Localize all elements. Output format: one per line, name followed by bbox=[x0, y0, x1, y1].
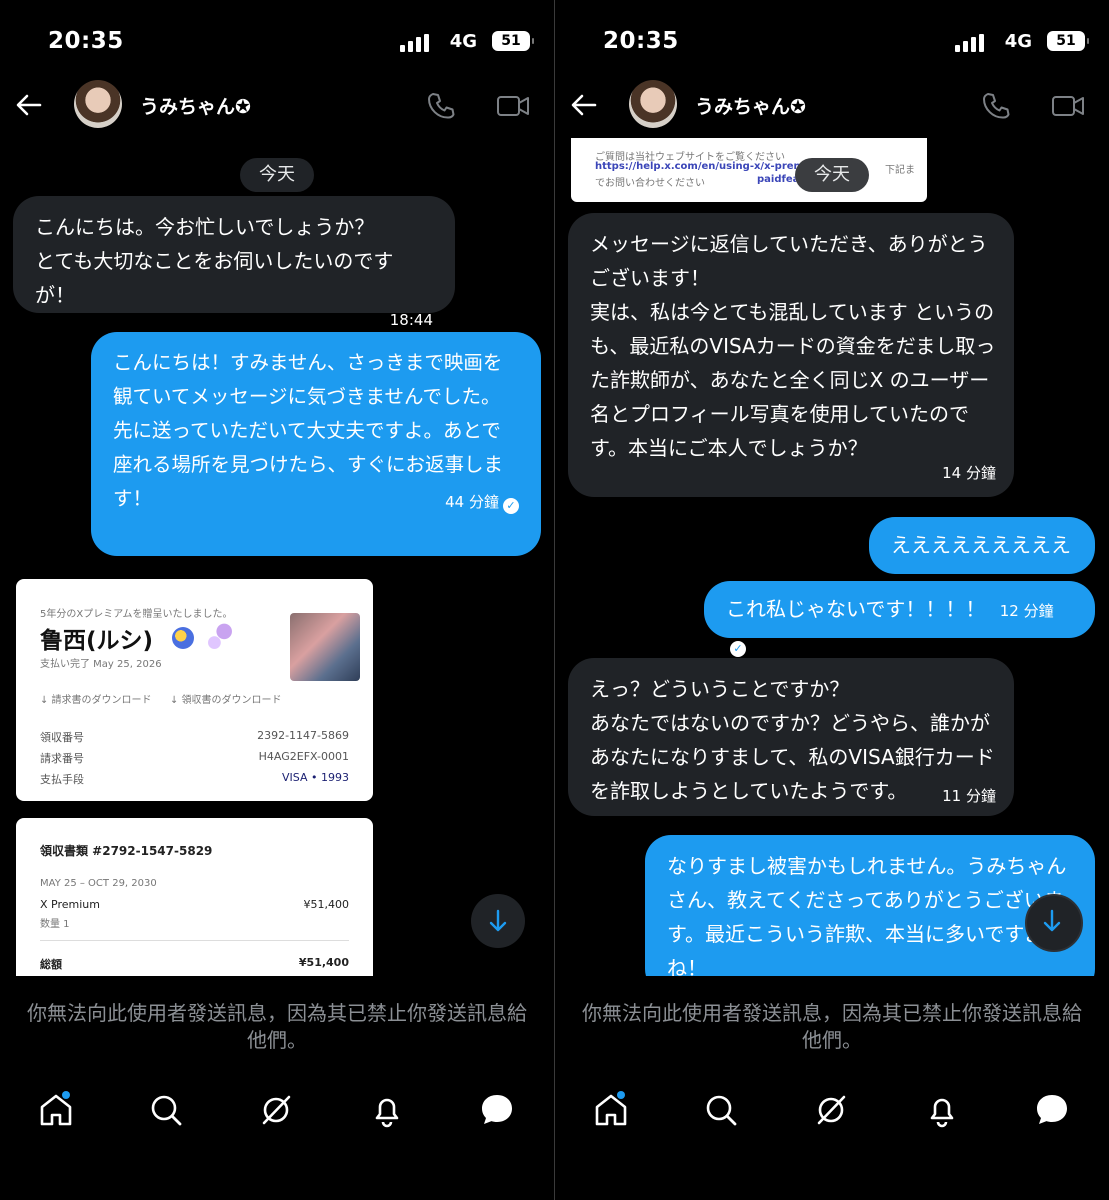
scroll-to-bottom-button[interactable] bbox=[1025, 894, 1083, 952]
grok-icon[interactable] bbox=[811, 1090, 851, 1130]
battery-icon: 51 bbox=[492, 31, 534, 51]
message-text: こんにちは。今お忙しいでしょうか？ とても大切なことをお伺いしたいのですが！ bbox=[35, 215, 394, 307]
messages-icon[interactable] bbox=[1032, 1090, 1072, 1130]
message-text: なりすまし被害かもしれません。うみちゃんさん、教えてくださってありがとうございま… bbox=[667, 854, 1067, 976]
network-type: 4G bbox=[1004, 31, 1032, 52]
receipt-divider bbox=[40, 940, 349, 941]
snippet-line: でお問い合わせください bbox=[595, 178, 705, 189]
emoji-icon bbox=[172, 627, 194, 649]
message-text: メッセージに返信していただき、ありがとうございます！ 実は、私は今とても混乱して… bbox=[590, 232, 996, 460]
receipt-heading: 5年分のXプレミアムを贈呈いたしました。 bbox=[40, 609, 233, 620]
gift-photo bbox=[290, 613, 360, 681]
bubbles-icon bbox=[206, 623, 234, 651]
message-list[interactable]: ご質問は当社ウェブサイトをご覧ください https://help.x.com/e… bbox=[555, 138, 1109, 976]
message-outgoing[interactable]: これ私じゃないです！！！！ 12 分鐘 ✓ bbox=[704, 581, 1095, 657]
message-outgoing[interactable]: なりすまし被害かもしれません。うみちゃんさん、教えてくださってありがとうございま… bbox=[645, 835, 1095, 976]
receipt-row: 領収番号 2392-1147-5869 bbox=[40, 729, 349, 744]
status-bar: 20:35 4G 51 bbox=[555, 28, 1109, 60]
home-badge bbox=[62, 1091, 70, 1099]
contact-name[interactable]: うみちゃん✪ bbox=[695, 92, 806, 119]
message-incoming[interactable]: こんにちは。今お忙しいでしょうか？ とても大切なことをお伺いしたいのですが！ 1… bbox=[13, 196, 455, 329]
receipt-image[interactable]: 領収書類 #2792-1547-5829 MAY 25 – OCT 29, 20… bbox=[16, 818, 373, 976]
date-separator: 今天 bbox=[795, 158, 869, 192]
search-icon[interactable] bbox=[146, 1090, 186, 1130]
video-call-icon[interactable] bbox=[1051, 91, 1085, 121]
message-outgoing[interactable]: こんにちは！すみません、さっきまで映画を観ていてメッセージに気づきませんでした。… bbox=[91, 332, 541, 556]
message-time: 14 分鐘 bbox=[942, 464, 996, 482]
avatar[interactable] bbox=[74, 80, 122, 128]
arrow-down-icon bbox=[489, 909, 507, 932]
snippet-line: 下記ま bbox=[885, 165, 915, 176]
message-incoming[interactable]: メッセージに返信していただき、ありがとうございます！ 実は、私は今とても混乱して… bbox=[568, 213, 1014, 497]
message-time: 44 分鐘 bbox=[445, 493, 499, 511]
phone-call-icon[interactable] bbox=[426, 91, 456, 121]
clock: 20:35 bbox=[603, 28, 679, 54]
grok-icon[interactable] bbox=[256, 1090, 296, 1130]
message-time: 12 分鐘 bbox=[999, 602, 1054, 620]
date-separator: 今天 bbox=[240, 158, 314, 192]
receipt-title: 領収書類 #2792-1547-5829 bbox=[40, 844, 213, 858]
back-arrow-icon[interactable] bbox=[14, 90, 44, 120]
email-snippet-image[interactable]: ご質問は当社ウェブサイトをご覧ください https://help.x.com/e… bbox=[571, 138, 927, 202]
bottom-tab-bar bbox=[555, 1090, 1109, 1140]
scroll-to-bottom-button[interactable] bbox=[471, 894, 525, 948]
avatar[interactable] bbox=[629, 80, 677, 128]
payment-date: 支払い完了 May 25, 2026 bbox=[40, 659, 162, 670]
signal-icon bbox=[955, 34, 985, 52]
back-arrow-icon[interactable] bbox=[569, 90, 599, 120]
home-icon[interactable] bbox=[36, 1090, 76, 1130]
receipt-period: MAY 25 – OCT 29, 2030 bbox=[40, 878, 157, 889]
signal-icon bbox=[400, 34, 430, 52]
message-text: こんにちは！すみません、さっきまで映画を観ていてメッセージに気づきませんでした。… bbox=[113, 351, 504, 510]
video-call-icon[interactable] bbox=[496, 91, 530, 121]
message-meta: 44 分鐘 ✓ bbox=[113, 492, 519, 514]
clock: 20:35 bbox=[48, 28, 124, 54]
read-check-icon: ✓ bbox=[503, 498, 519, 514]
receipt-qty: 数量 1 bbox=[40, 919, 70, 930]
receipt-row: 請求番号 H4AG2EFX-0001 bbox=[40, 750, 349, 765]
message-text: これ私じゃないです！！！！ bbox=[726, 597, 986, 621]
status-bar: 20:35 4G 51 bbox=[0, 28, 554, 60]
conversation-header: うみちゃん✪ bbox=[0, 78, 554, 134]
right-screen: 20:35 4G 51 うみちゃん✪ ご質問は当社ウェブサイトをご覧ください h… bbox=[555, 0, 1109, 1200]
contact-name[interactable]: うみちゃん✪ bbox=[140, 92, 251, 119]
recipient-name: 鲁西(ルシ) bbox=[40, 628, 154, 654]
phone-call-icon[interactable] bbox=[981, 91, 1011, 121]
search-icon[interactable] bbox=[701, 1090, 741, 1130]
arrow-down-icon bbox=[1043, 909, 1061, 932]
message-outgoing[interactable]: えええええええええ bbox=[869, 517, 1095, 574]
receipt-image[interactable]: 5年分のXプレミアムを贈呈いたしました。 鲁西(ルシ) 支払い完了 May 25… bbox=[16, 579, 373, 801]
network-type: 4G bbox=[449, 31, 477, 52]
message-incoming[interactable]: えっ？どういうことですか？ あなたではないのですか？どうやら、誰かがあなたになり… bbox=[568, 658, 1014, 816]
conversation-header: うみちゃん✪ bbox=[555, 78, 1109, 134]
home-icon[interactable] bbox=[591, 1090, 631, 1130]
read-check-icon: ✓ bbox=[730, 641, 746, 657]
receipt-item: X Premium ¥51,400 bbox=[40, 898, 349, 911]
messages-icon[interactable] bbox=[477, 1090, 517, 1130]
snippet-link[interactable]: https://help.x.com/en/using-x/x-premium bbox=[595, 161, 825, 172]
dm-blocked-notice: 你無法向此使用者發送訊息，因為其已禁止你發送訊息給他們。 bbox=[582, 1001, 1082, 1052]
dm-blocked-notice: 你無法向此使用者發送訊息，因為其已禁止你發送訊息給他們。 bbox=[27, 1001, 527, 1052]
download-invoice-link[interactable]: ↓ 請求書のダウンロード bbox=[40, 691, 152, 706]
receipt-total: 総額 ¥51,400 bbox=[40, 956, 349, 971]
download-receipt-link[interactable]: ↓ 領収書のダウンロード bbox=[170, 691, 282, 706]
message-text: えええええええええ bbox=[891, 533, 1071, 557]
notifications-icon[interactable] bbox=[367, 1090, 407, 1130]
message-time: 18:44 bbox=[389, 311, 433, 329]
home-badge bbox=[617, 1091, 625, 1099]
notifications-icon[interactable] bbox=[922, 1090, 962, 1130]
bottom-tab-bar bbox=[0, 1090, 554, 1140]
battery-icon: 51 bbox=[1047, 31, 1089, 51]
message-list[interactable]: 今天 こんにちは。今お忙しいでしょうか？ とても大切なことをお伺いしたいのですが… bbox=[0, 138, 554, 976]
left-screen: 20:35 4G 51 うみちゃん✪ 今天 こんにちは。今お忙しいでしょうか？ … bbox=[0, 0, 554, 1200]
receipt-row: 支払手段 VISA • 1993 bbox=[40, 771, 349, 786]
